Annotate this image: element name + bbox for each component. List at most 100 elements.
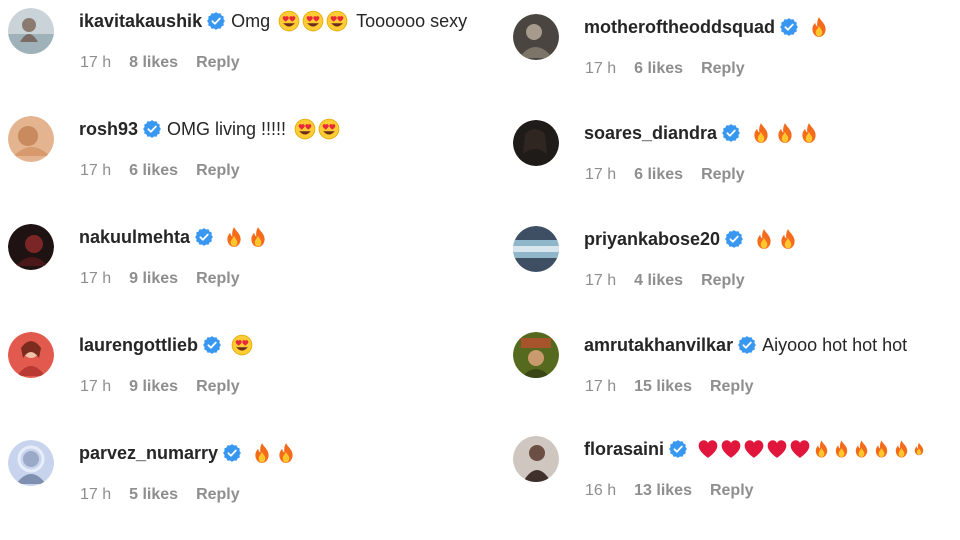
comment-text: Aiyooo hot hot hot bbox=[762, 334, 908, 355]
comment-item: soares_diandra 17 h 6 likes Reply bbox=[480, 118, 960, 218]
comment-item: priyankabose20 17 h 4 likes Reply bbox=[480, 224, 960, 324]
avatar[interactable] bbox=[513, 226, 559, 272]
likes-count[interactable]: 6 likes bbox=[634, 60, 683, 78]
fire-emoji-icon bbox=[832, 438, 851, 460]
username[interactable]: laurengottlieb bbox=[79, 335, 198, 356]
comment-item: florasaini 16 h 13 likes Reply bbox=[480, 434, 960, 534]
reply-button[interactable]: Reply bbox=[196, 54, 240, 72]
red-heart-emoji-icon bbox=[789, 438, 811, 460]
fire-emoji-icon bbox=[774, 122, 796, 144]
fire-emoji-icon bbox=[247, 226, 269, 248]
comment-time: 17 h bbox=[585, 272, 617, 289]
heart-eyes-emoji-icon bbox=[326, 10, 348, 32]
comment-time: 17 h bbox=[80, 378, 112, 395]
comment-time: 16 h bbox=[585, 482, 617, 499]
verified-badge-icon bbox=[143, 120, 161, 138]
avatar[interactable] bbox=[8, 224, 54, 270]
reply-button[interactable]: Reply bbox=[196, 270, 240, 288]
fire-emoji-icon bbox=[753, 228, 775, 250]
comment-time: 17 h bbox=[585, 166, 617, 183]
likes-count[interactable]: 5 likes bbox=[129, 486, 178, 504]
avatar[interactable] bbox=[8, 8, 54, 54]
reply-button[interactable]: Reply bbox=[196, 378, 240, 396]
fire-emoji-icon bbox=[892, 438, 911, 460]
red-heart-emoji-icon bbox=[766, 438, 788, 460]
username[interactable]: nakuulmehta bbox=[79, 227, 190, 248]
username[interactable]: rosh93 bbox=[79, 119, 138, 140]
username[interactable]: florasaini bbox=[584, 439, 664, 460]
comment-item: amrutakhanvilkar Aiyooo hot hot hot 17 h… bbox=[480, 330, 960, 430]
avatar[interactable] bbox=[8, 440, 54, 486]
fire-emoji-icon bbox=[251, 442, 273, 464]
reply-button[interactable]: Reply bbox=[701, 272, 745, 290]
comment-text: OMG living !!!!! bbox=[167, 118, 287, 139]
avatar[interactable] bbox=[513, 14, 559, 60]
comment-time: 17 h bbox=[80, 270, 112, 287]
fire-emoji-icon bbox=[872, 438, 891, 460]
username[interactable]: amrutakhanvilkar bbox=[584, 335, 733, 356]
fire-emoji-icon bbox=[275, 442, 297, 464]
fire-emoji-icon bbox=[808, 16, 830, 38]
comment-time: 17 h bbox=[80, 162, 112, 179]
comment-text-after: Toooooo sexy bbox=[356, 10, 468, 31]
reply-button[interactable]: Reply bbox=[701, 166, 745, 184]
username[interactable]: parvez_numarry bbox=[79, 443, 218, 464]
likes-count[interactable]: 15 likes bbox=[634, 378, 692, 396]
comment-time: 17 h bbox=[80, 486, 112, 503]
likes-count[interactable]: 9 likes bbox=[129, 378, 178, 396]
heart-eyes-emoji-icon bbox=[231, 334, 253, 356]
fire-emoji-icon bbox=[798, 122, 820, 144]
fire-emoji-icon bbox=[912, 438, 926, 460]
comment-time: 17 h bbox=[80, 54, 112, 71]
comment-item: rosh93 OMG living !!!!! 17 h 6 likes Rep… bbox=[0, 114, 480, 214]
verified-badge-icon bbox=[725, 230, 743, 248]
verified-badge-icon bbox=[207, 12, 225, 30]
username[interactable]: motheroftheoddsquad bbox=[584, 17, 775, 38]
avatar[interactable] bbox=[8, 116, 54, 162]
fire-emoji-icon bbox=[750, 122, 772, 144]
avatar[interactable] bbox=[513, 120, 559, 166]
verified-badge-icon bbox=[669, 440, 687, 458]
fire-emoji-icon bbox=[812, 438, 831, 460]
comment-time: 17 h bbox=[585, 378, 617, 395]
fire-emoji-icon bbox=[777, 228, 799, 250]
red-heart-emoji-icon bbox=[697, 438, 719, 460]
username[interactable]: soares_diandra bbox=[584, 123, 717, 144]
verified-badge-icon bbox=[223, 444, 241, 462]
fire-emoji-icon bbox=[852, 438, 871, 460]
comment-text: Omg bbox=[231, 10, 271, 31]
username[interactable]: ikavitakaushik bbox=[79, 11, 202, 32]
likes-count[interactable]: 8 likes bbox=[129, 54, 178, 72]
reply-button[interactable]: Reply bbox=[196, 486, 240, 504]
likes-count[interactable]: 6 likes bbox=[634, 166, 683, 184]
heart-eyes-emoji-icon bbox=[302, 10, 324, 32]
comment-item: motheroftheoddsquad 17 h 6 likes Reply bbox=[480, 12, 960, 112]
verified-badge-icon bbox=[203, 336, 221, 354]
verified-badge-icon bbox=[722, 124, 740, 142]
reply-button[interactable]: Reply bbox=[710, 482, 754, 500]
verified-badge-icon bbox=[780, 18, 798, 36]
reply-button[interactable]: Reply bbox=[701, 60, 745, 78]
verified-badge-icon bbox=[195, 228, 213, 246]
comment-item: laurengottlieb 17 h 9 likes Reply bbox=[0, 330, 480, 430]
likes-count[interactable]: 4 likes bbox=[634, 272, 683, 290]
comment-time: 17 h bbox=[585, 60, 617, 77]
likes-count[interactable]: 9 likes bbox=[129, 270, 178, 288]
avatar[interactable] bbox=[513, 332, 559, 378]
reply-button[interactable]: Reply bbox=[196, 162, 240, 180]
avatar[interactable] bbox=[513, 436, 559, 482]
red-heart-emoji-icon bbox=[720, 438, 742, 460]
fire-emoji-icon bbox=[223, 226, 245, 248]
comment-item: ikavitakaushik Omg Toooooo sexy 17 h 8 l… bbox=[0, 6, 480, 106]
likes-count[interactable]: 13 likes bbox=[634, 482, 692, 500]
comment-item: nakuulmehta 17 h 9 likes Reply bbox=[0, 222, 480, 322]
heart-eyes-emoji-icon bbox=[294, 118, 316, 140]
reply-button[interactable]: Reply bbox=[710, 378, 754, 396]
verified-badge-icon bbox=[738, 336, 756, 354]
avatar[interactable] bbox=[8, 332, 54, 378]
red-heart-emoji-icon bbox=[743, 438, 765, 460]
username[interactable]: priyankabose20 bbox=[584, 229, 720, 250]
heart-eyes-emoji-icon bbox=[318, 118, 340, 140]
likes-count[interactable]: 6 likes bbox=[129, 162, 178, 180]
heart-eyes-emoji-icon bbox=[278, 10, 300, 32]
